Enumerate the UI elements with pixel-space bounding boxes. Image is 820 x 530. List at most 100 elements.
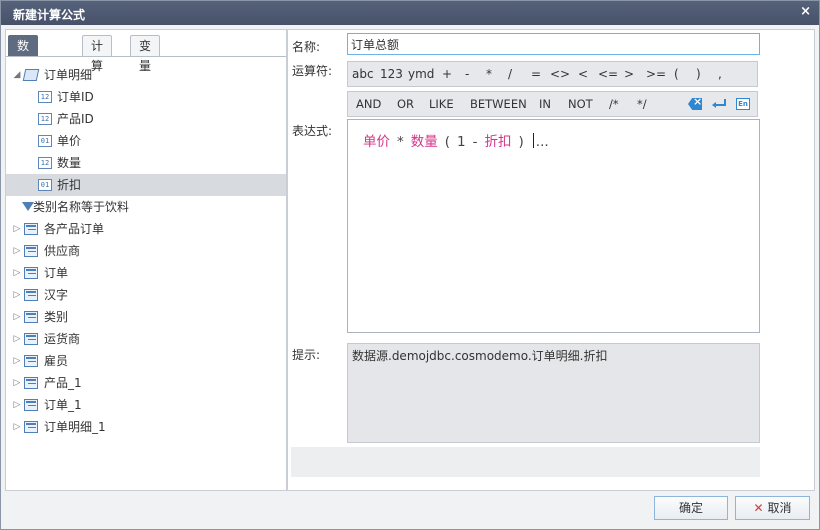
collapsed-arrow-icon[interactable]: ▷ bbox=[12, 306, 22, 328]
tree-node[interactable]: 类别名称等于饮料 bbox=[6, 196, 286, 218]
tab-variables[interactable]: 变量 bbox=[130, 35, 161, 73]
tree-node[interactable]: ▷ 雇员 bbox=[6, 350, 286, 372]
expression-operator-token[interactable]: - bbox=[473, 134, 478, 150]
enter-icon[interactable] bbox=[712, 98, 726, 110]
hint-box: 数据源.demojdbc.cosmodemo.订单明细.折扣 bbox=[347, 343, 760, 443]
operator-button[interactable]: >= bbox=[646, 62, 666, 86]
expression-operator-token[interactable]: * bbox=[397, 134, 404, 150]
tree-node-label: 订单 bbox=[44, 266, 69, 280]
expanded-arrow-icon[interactable]: ◢ bbox=[12, 64, 22, 86]
operator-label: 运算符: bbox=[292, 64, 333, 78]
close-icon[interactable]: × bbox=[800, 4, 811, 19]
tree-node[interactable]: ▷ 订单 bbox=[6, 262, 286, 284]
keyword-toolbar: En AND OR LIKE BETWEEN IN NOT /* */ bbox=[347, 91, 758, 117]
operator-button[interactable]: ( bbox=[674, 62, 679, 86]
name-label: 名称: bbox=[292, 40, 321, 54]
tree-node[interactable]: 01 单价 bbox=[6, 130, 286, 152]
tree-node-label: 雇员 bbox=[44, 354, 69, 368]
collapsed-arrow-icon[interactable]: ▷ bbox=[12, 218, 22, 240]
expression-operator-token[interactable]: 1 bbox=[457, 134, 466, 150]
expression-operator-token[interactable]: ( bbox=[445, 134, 450, 150]
operator-button[interactable]: - bbox=[465, 62, 469, 86]
tree-node[interactable]: ▷ 类别 bbox=[6, 306, 286, 328]
expression-field-token[interactable]: 折扣 bbox=[485, 134, 512, 150]
field-icon: 12 bbox=[38, 91, 52, 103]
collapsed-arrow-icon[interactable]: ▷ bbox=[12, 394, 22, 416]
tab-calculation[interactable]: 计算 bbox=[82, 35, 113, 73]
keyword-button[interactable]: BETWEEN bbox=[470, 92, 527, 116]
field-icon: 01 bbox=[38, 179, 52, 191]
table-icon bbox=[24, 377, 38, 389]
tree-node[interactable]: ▷ 订单明细_1 bbox=[6, 416, 286, 438]
keyword-button[interactable]: NOT bbox=[568, 92, 593, 116]
folder-open-icon bbox=[22, 69, 40, 81]
keyword-button[interactable]: OR bbox=[397, 92, 414, 116]
operator-button[interactable]: abc bbox=[352, 62, 374, 86]
expression-line: 单价 * 数量 (1- 折扣)... bbox=[363, 130, 549, 150]
expression-field-token[interactable]: 数量 bbox=[411, 134, 438, 150]
keyword-button[interactable]: LIKE bbox=[429, 92, 454, 116]
table-icon bbox=[24, 223, 38, 235]
operator-button[interactable]: <= bbox=[598, 62, 618, 86]
name-input[interactable] bbox=[347, 33, 760, 55]
tree-node[interactable]: ◢ 订单明细 bbox=[6, 64, 286, 86]
tree-node-label: 数量 bbox=[57, 156, 82, 170]
expression-label: 表达式: bbox=[292, 124, 333, 138]
cancel-button[interactable]: ✕ 取消 bbox=[735, 496, 810, 520]
tree-node[interactable]: ▷ 供应商 bbox=[6, 240, 286, 262]
tree-node-label: 类别名称等于饮料 bbox=[33, 200, 130, 214]
operator-toolbar: abc 123 ymd + - * / = <> < <= > >= (), bbox=[347, 61, 758, 87]
collapsed-arrow-icon[interactable]: ▷ bbox=[12, 240, 22, 262]
collapsed-arrow-icon[interactable]: ▷ bbox=[12, 284, 22, 306]
table-icon bbox=[24, 355, 38, 367]
dialog-title: 新建计算公式 bbox=[13, 8, 86, 22]
text-caret bbox=[532, 133, 534, 148]
tree-node[interactable]: ▷ 订单_1 bbox=[6, 394, 286, 416]
keyword-button[interactable]: IN bbox=[539, 92, 551, 116]
collapsed-arrow-icon[interactable]: ▷ bbox=[12, 262, 22, 284]
en-icon[interactable]: En bbox=[736, 98, 750, 110]
operator-button[interactable]: > bbox=[624, 62, 634, 86]
collapsed-arrow-icon[interactable]: ▷ bbox=[12, 350, 22, 372]
operator-button[interactable]: / bbox=[508, 62, 512, 86]
operator-button[interactable]: + bbox=[442, 62, 452, 86]
collapsed-arrow-icon[interactable]: ▷ bbox=[12, 328, 22, 350]
tree-node[interactable]: ▷ 运货商 bbox=[6, 328, 286, 350]
expression-editor[interactable]: 单价 * 数量 (1- 折扣)... bbox=[347, 119, 760, 333]
hint-label: 提示: bbox=[292, 348, 321, 362]
operator-button[interactable]: ) bbox=[696, 62, 701, 86]
tree-node[interactable]: 12 订单ID bbox=[6, 86, 286, 108]
tree-node[interactable]: ▷ 产品_1 bbox=[6, 372, 286, 394]
ok-button[interactable]: 确定 bbox=[654, 496, 728, 520]
tree-node-label: 类别 bbox=[44, 310, 69, 324]
operator-button[interactable]: ymd bbox=[408, 62, 434, 86]
tree-node[interactable]: 12 数量 bbox=[6, 152, 286, 174]
expression-field-token[interactable]: 单价 bbox=[363, 134, 390, 150]
operator-button[interactable]: <> bbox=[550, 62, 570, 86]
table-icon bbox=[24, 421, 38, 433]
expression-trail: ... bbox=[535, 134, 549, 150]
table-icon bbox=[24, 311, 38, 323]
tree-node-label: 产品_1 bbox=[44, 376, 82, 390]
keyword-button[interactable]: */ bbox=[637, 92, 647, 116]
operator-button[interactable]: , bbox=[718, 62, 722, 86]
tab-data-catalog[interactable]: 数据目录 bbox=[8, 35, 39, 113]
operator-button[interactable]: 123 bbox=[380, 62, 403, 86]
keyword-button[interactable]: AND bbox=[356, 92, 381, 116]
tree-node[interactable]: 12 产品ID bbox=[6, 108, 286, 130]
collapsed-arrow-icon[interactable]: ▷ bbox=[12, 372, 22, 394]
keyword-button[interactable]: /* bbox=[609, 92, 619, 116]
operator-button[interactable]: = bbox=[531, 62, 541, 86]
tree-node[interactable]: 01 折扣 bbox=[6, 174, 286, 196]
expression-operator-token[interactable]: ) bbox=[519, 134, 524, 150]
collapsed-arrow-icon[interactable]: ▷ bbox=[12, 416, 22, 438]
operator-button[interactable]: * bbox=[486, 62, 492, 86]
operator-button[interactable]: < bbox=[578, 62, 588, 86]
backspace-icon[interactable] bbox=[688, 98, 702, 110]
tree-node[interactable]: ▷ 汉字 bbox=[6, 284, 286, 306]
tree-node-label: 订单_1 bbox=[44, 398, 82, 412]
tree-node-label: 单价 bbox=[57, 134, 82, 148]
table-icon bbox=[24, 289, 38, 301]
catalog-panel: 数据目录 计算 变量 ◢ 订单明细 12 订单ID 12 产品ID 01 单价 12 数量 01 折扣… bbox=[5, 29, 287, 491]
tree-node[interactable]: ▷ 各产品订单 bbox=[6, 218, 286, 240]
